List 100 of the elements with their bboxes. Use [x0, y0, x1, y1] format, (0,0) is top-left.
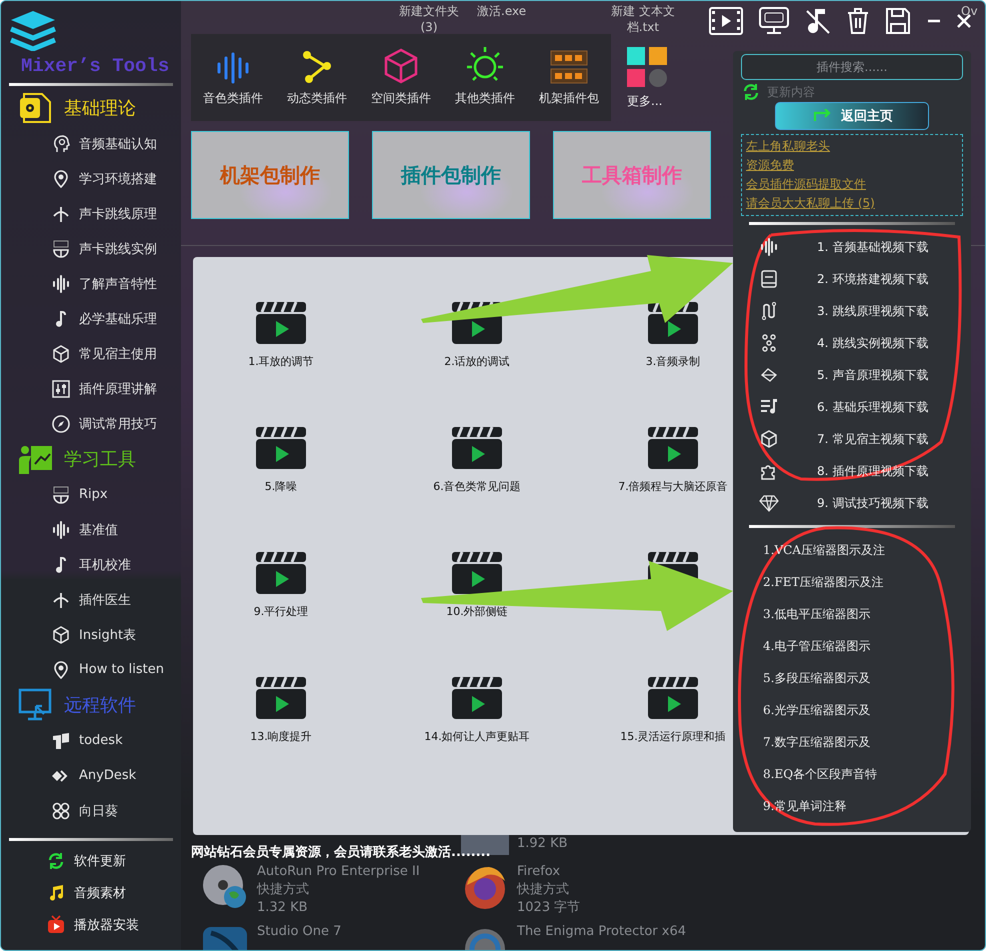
sidebar-item[interactable]: 声卡跳线原理 — [1, 196, 181, 231]
section-heading: 基础理论 — [64, 97, 136, 120]
sidebar-item[interactable]: Insight表 — [1, 617, 181, 652]
diagram-menu-item[interactable]: 4.电子管压缩器图示 — [741, 630, 963, 662]
download-menu-item[interactable]: 6. 基础乐理视频下载 — [741, 391, 963, 423]
video-clapper-icon — [452, 427, 502, 469]
file-icon — [461, 835, 509, 855]
lesson-title[interactable]: 7.倍频程与大脑还原音 — [618, 479, 728, 494]
diagram-menu-item[interactable]: 8.EQ各个区段声音特 — [741, 758, 963, 790]
lesson-title[interactable]: 13.响度提升 — [250, 729, 312, 744]
lesson-title[interactable]: 10.外部侧链 — [446, 604, 508, 619]
lesson-title[interactable]: 3.音频录制 — [646, 354, 700, 369]
sidebar-item[interactable]: todesk — [1, 723, 181, 758]
desktop-file-text: 快捷方式 — [257, 881, 310, 899]
trash-icon[interactable] — [847, 7, 869, 35]
sidebar-item[interactable]: 软件更新 — [1, 845, 181, 877]
sidebar-item[interactable]: 学习环境搭建 — [1, 161, 181, 196]
lesson-title[interactable]: 6.音色类常见问题 — [433, 479, 521, 494]
download-menu-item[interactable]: 7. 常见宿主视频下载 — [741, 423, 963, 455]
download-menu-item[interactable]: 4. 跳线实例视频下载 — [741, 327, 963, 359]
sidebar-item[interactable]: 播放器安装 — [1, 909, 181, 941]
cube-icon — [759, 429, 779, 449]
sidebar-item[interactable]: 必学基础乐理 — [1, 301, 181, 336]
lesson-title[interactable]: 15.灵活运行原理和插 — [620, 729, 726, 744]
lesson-title[interactable]: 2.话放的调试 — [444, 354, 510, 369]
waveform-icon — [215, 52, 251, 84]
tilted-squares-icon — [51, 730, 71, 750]
category-button[interactable]: 空间类插件 — [359, 34, 443, 121]
lesson-title[interactable]: 9.平行处理 — [254, 604, 308, 619]
download-menu-item[interactable]: 5. 声音原理视频下载 — [741, 359, 963, 391]
refresh-icon — [46, 851, 66, 871]
disc-globe-icon — [201, 863, 249, 911]
category-button[interactable]: 其他类插件 — [443, 34, 527, 121]
return-arrow-icon — [811, 109, 833, 123]
book-icon — [759, 269, 779, 289]
video-clapper-icon — [648, 427, 698, 469]
sidebar-item[interactable]: 基准值 — [1, 512, 181, 547]
desktop-icon-label[interactable]: Ov — [961, 3, 978, 19]
desktop-file-text: 1.32 KB — [257, 899, 309, 917]
color-squares-icon — [627, 47, 667, 87]
sidebar-item[interactable]: 音频基础认知 — [1, 126, 181, 161]
category-button[interactable]: 音色类插件 — [191, 34, 275, 121]
refresh-icon — [741, 82, 761, 102]
sidebar-item[interactable]: 了解声音特性 — [1, 266, 181, 301]
text-link[interactable]: 左上角私聊老头 — [746, 137, 958, 156]
desktop-icon-label[interactable]: 新建文件夹 (3) — [399, 3, 459, 35]
monitor-cursor-icon — [18, 688, 54, 722]
sidebar-item[interactable]: 声卡跳线实例 — [1, 231, 181, 266]
diagram-menu-item[interactable]: 6.光学压缩器图示及 — [741, 694, 963, 726]
notice-text: 网站钻石会员专属资源，会员请联系老头激活........ — [191, 844, 491, 861]
diagram-menu-item[interactable]: 5.多段压缩器图示及 — [741, 662, 963, 694]
rack-icon — [550, 50, 588, 84]
desktop-file-text: The Enigma Protector x64 — [517, 923, 686, 941]
sidebar-item[interactable]: 向日葵 — [1, 793, 181, 828]
desktop-file-text: AutoRun Pro Enterprise II — [257, 863, 420, 881]
close-icon[interactable] — [957, 14, 971, 28]
lesson-title[interactable]: 5.降噪 — [264, 479, 298, 494]
home-button[interactable]: 返回主页 — [775, 102, 929, 130]
category-button[interactable]: 动态类插件 — [275, 34, 359, 121]
search-field[interactable]: 插件搜索...... — [741, 54, 963, 80]
update-label: 更新内容 — [767, 84, 815, 100]
text-link[interactable]: 会员插件源码提取文件 — [746, 175, 958, 194]
sidebar-item[interactable]: 常见宿主使用 — [1, 336, 181, 371]
more-button[interactable]: 更多... — [627, 93, 667, 110]
location-pin-icon — [51, 660, 71, 680]
lesson-title[interactable]: 14.如何让人声更贴耳 — [424, 729, 530, 744]
download-menu-item[interactable]: 3. 跳线原理视频下载 — [741, 295, 963, 327]
app-title: Mixer’s Tools — [21, 55, 170, 77]
cube-icon — [51, 624, 71, 644]
text-link[interactable]: 请会员大大私聊上传 (5) — [746, 194, 958, 213]
save-icon[interactable] — [885, 7, 911, 35]
monitor-icon[interactable] — [759, 7, 789, 35]
video-clapper-icon — [256, 552, 306, 594]
diagram-menu-item[interactable]: 7.数字压缩器图示及 — [741, 726, 963, 758]
film-icon[interactable] — [709, 7, 743, 35]
sidebar-item[interactable]: 耳机校准 — [1, 547, 181, 582]
desktop-icon-label[interactable]: 激活.exe — [477, 3, 526, 19]
sidebar-item[interactable]: How to listen — [1, 652, 181, 687]
section-heading: 学习工具 — [64, 448, 136, 471]
muted-note-icon[interactable] — [805, 7, 831, 35]
sidebar-item[interactable]: 插件原理讲解 — [1, 371, 181, 406]
category-button[interactable]: 机架插件包 — [527, 34, 611, 121]
diagram-menu-item[interactable]: 2.FET压缩器图示及注 — [741, 566, 963, 598]
diagram-menu-item[interactable]: 3.低电平压缩器图示 — [741, 598, 963, 630]
waveform-icon — [51, 520, 71, 540]
download-menu-item[interactable]: 2. 环境搭建视频下载 — [741, 263, 963, 295]
sidebar-item[interactable]: AnyDesk — [1, 758, 181, 793]
sidebar-item[interactable]: 插件医生 — [1, 582, 181, 617]
download-menu-item[interactable]: 1. 音频基础视频下载 — [741, 231, 963, 263]
desktop-icon-label[interactable]: 新建 文本文 档.txt — [611, 3, 675, 35]
desktop-file-text: Firefox — [517, 863, 562, 881]
desktop-file-text: 快捷方式 — [517, 881, 570, 899]
sidebar-item[interactable]: 音频素材 — [1, 877, 181, 909]
cube-icon — [383, 48, 419, 84]
sidebar-item[interactable]: Ripx — [1, 477, 181, 512]
four-loops-icon — [51, 800, 71, 820]
sidebar-item[interactable]: 调试常用技巧 — [1, 406, 181, 441]
download-menu-item[interactable]: 9. 调试技巧视频下载 — [741, 487, 963, 519]
text-link[interactable]: 资源免费 — [746, 156, 958, 175]
lesson-title[interactable]: 1.耳放的调节 — [248, 354, 314, 369]
